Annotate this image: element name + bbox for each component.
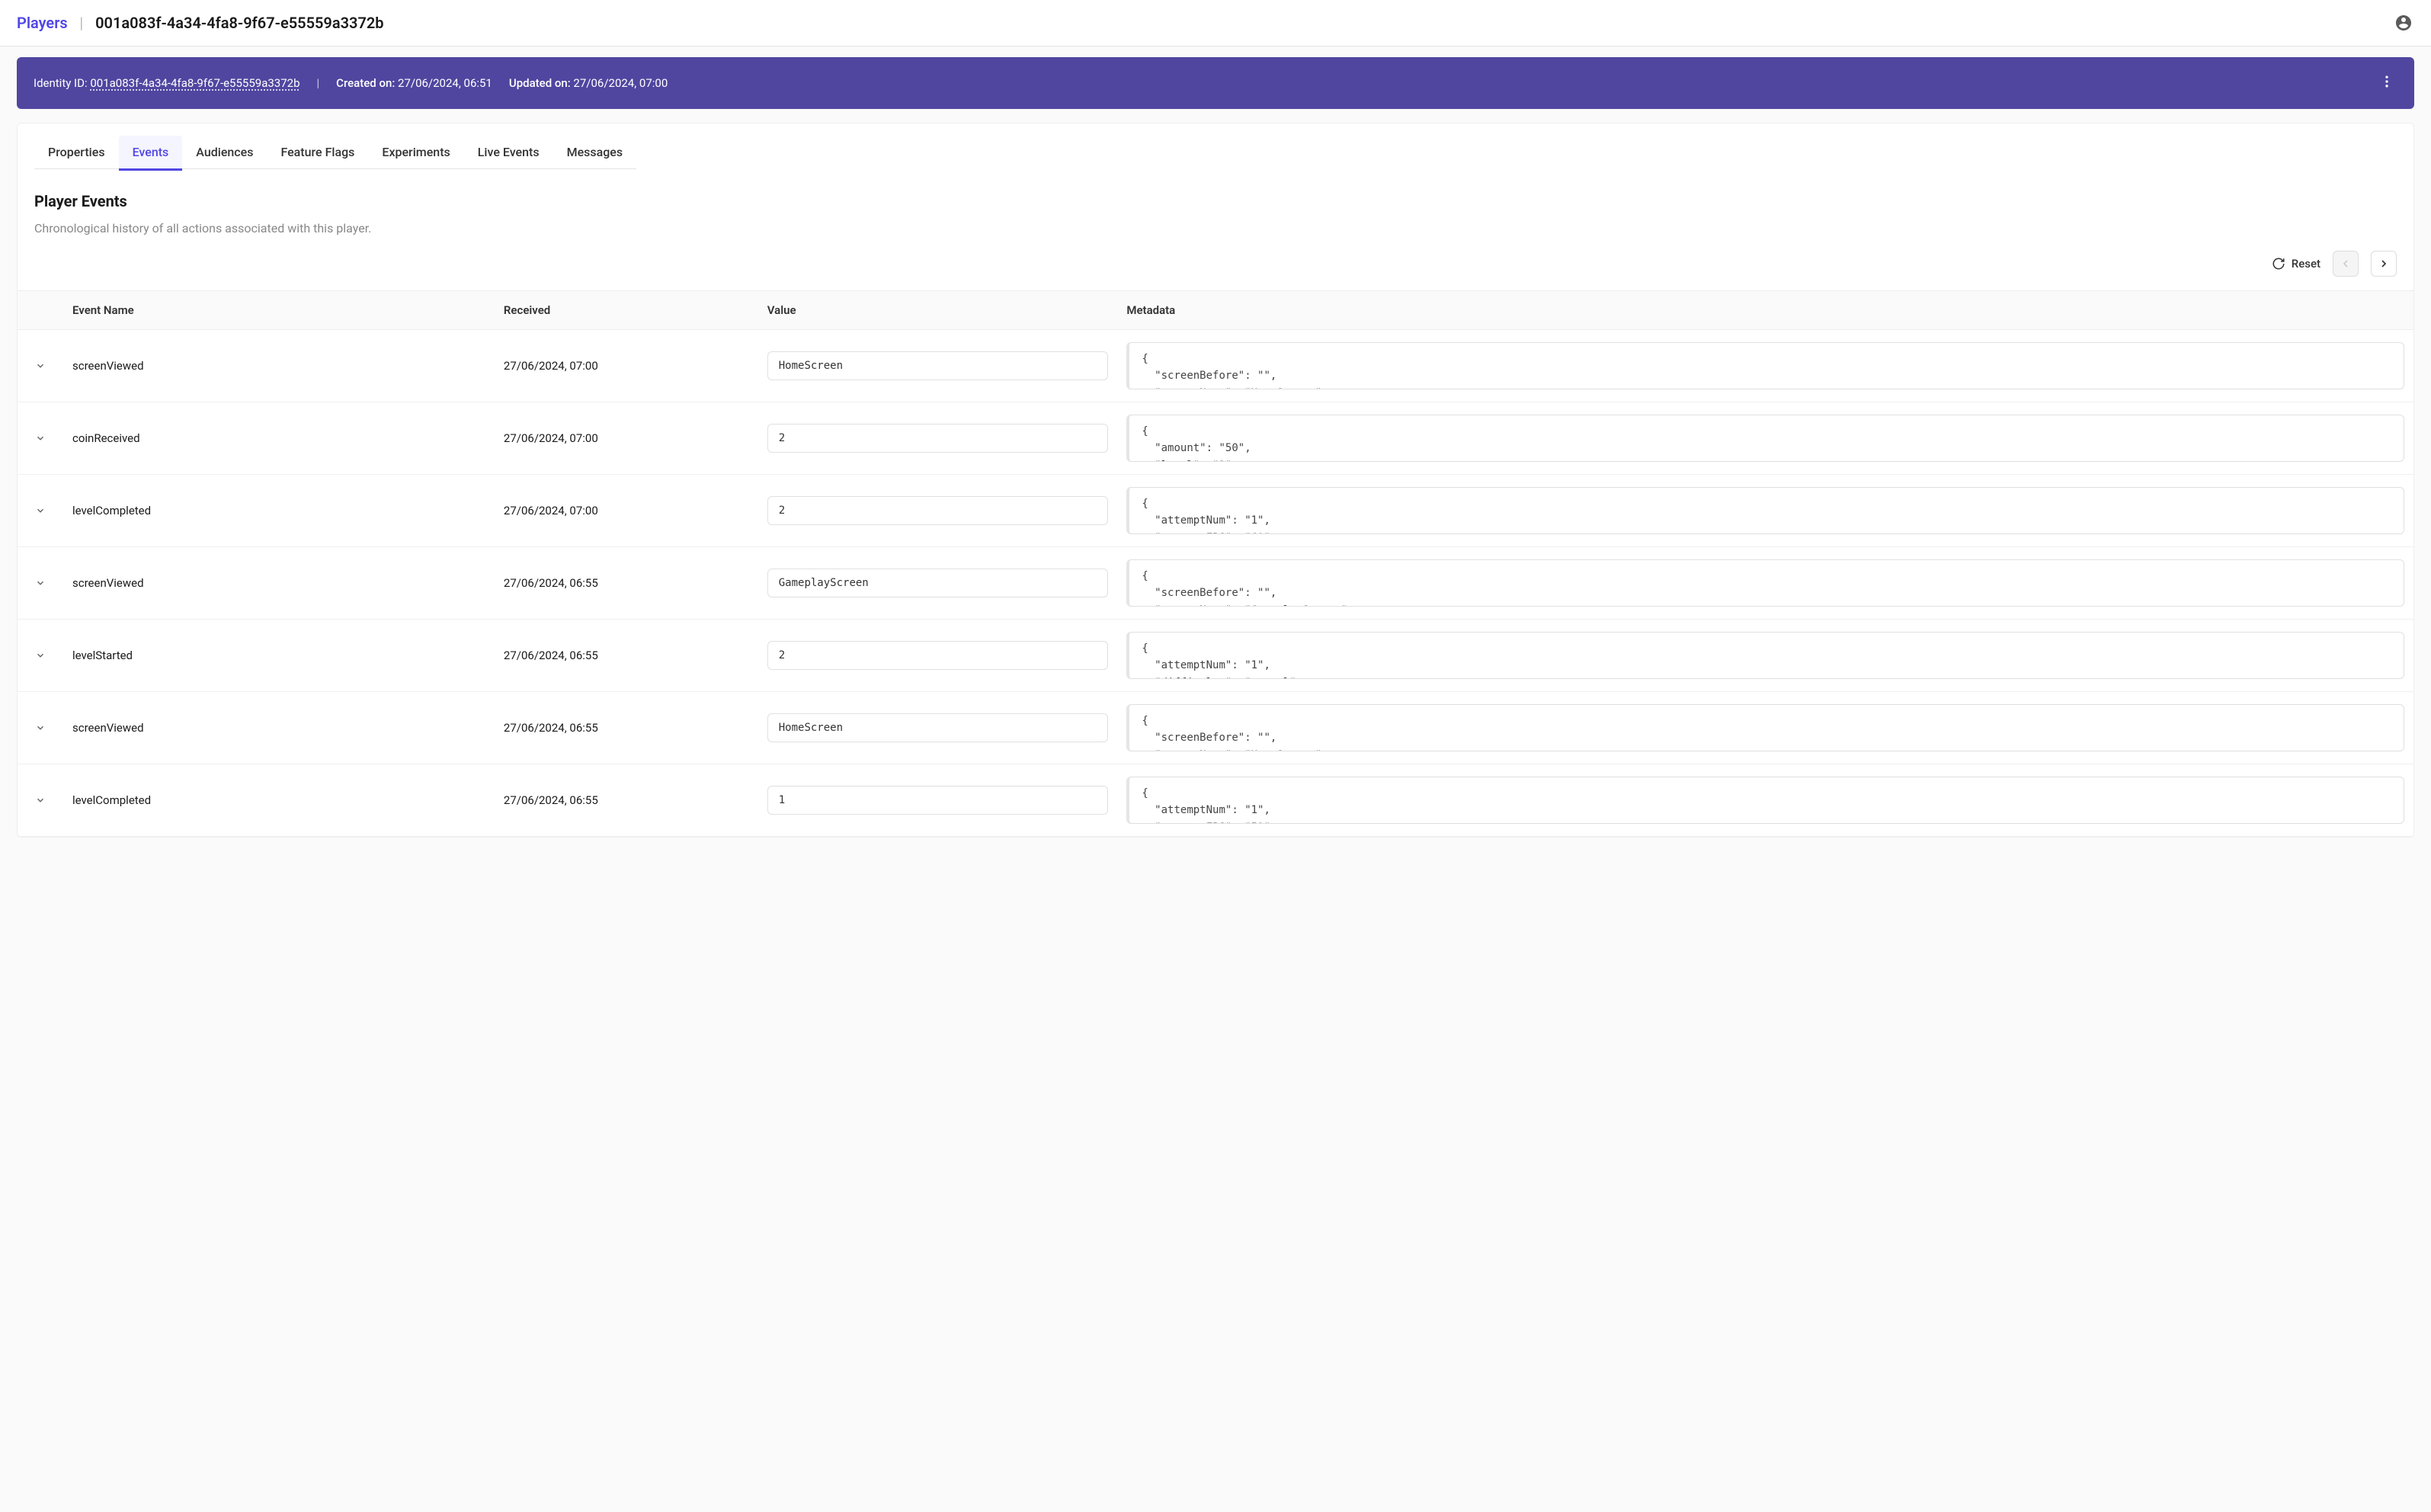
expand-toggle[interactable] <box>32 647 49 664</box>
table-row: levelCompleted27/06/2024, 07:00 2 { "attem… <box>18 475 2413 547</box>
identity-created: Created on: 27/06/2024, 06:51 <box>336 76 492 90</box>
table-row: screenViewed27/06/2024, 06:55 GameplayScr… <box>18 547 2413 620</box>
identity-id-label: Identity ID: <box>34 76 88 90</box>
column-header-value: Value <box>758 291 1118 330</box>
event-metadata: { "screenBefore": "", "screenName": "Gam… <box>1126 559 2404 607</box>
chevron-down-icon <box>35 795 46 806</box>
expand-toggle[interactable] <box>32 357 49 374</box>
tab-audiences[interactable]: Audiences <box>182 136 267 171</box>
event-metadata: { "screenBefore": "", "screenName": "Hom… <box>1126 342 2404 389</box>
tab-messages[interactable]: Messages <box>553 136 637 171</box>
expand-toggle[interactable] <box>32 502 49 519</box>
event-metadata: { "attemptNum": "1", "averageFPS": "59", <box>1126 777 2404 824</box>
breadcrumb: Players | 001a083f-4a34-4fa8-9f67-e55559… <box>17 14 384 32</box>
event-value: HomeScreen <box>767 351 1109 380</box>
event-received: 27/06/2024, 07:00 <box>495 402 758 475</box>
expand-toggle[interactable] <box>32 575 49 591</box>
event-value: 2 <box>767 424 1109 453</box>
event-received: 27/06/2024, 07:00 <box>495 330 758 402</box>
table-row: levelStarted27/06/2024, 06:55 2 { "attempt… <box>18 620 2413 692</box>
refresh-icon <box>2272 257 2285 271</box>
event-name: screenViewed <box>63 547 495 620</box>
event-name: levelStarted <box>63 620 495 692</box>
chevron-down-icon <box>35 650 46 661</box>
events-table: Event Name Received Value Metadata scree… <box>18 290 2413 837</box>
event-received: 27/06/2024, 06:55 <box>495 764 758 837</box>
column-header-received: Received <box>495 291 758 330</box>
tab-properties[interactable]: Properties <box>34 136 119 171</box>
chevron-right-icon <box>2378 258 2390 270</box>
section-description: Chronological history of all actions ass… <box>34 221 2397 235</box>
breadcrumb-root-link[interactable]: Players <box>17 14 68 32</box>
tab-events[interactable]: Events <box>119 136 183 171</box>
table-row: screenViewed27/06/2024, 06:55 HomeScreen {… <box>18 692 2413 764</box>
event-name: screenViewed <box>63 692 495 764</box>
event-value: 2 <box>767 641 1109 670</box>
identity-updated: Updated on: 27/06/2024, 07:00 <box>509 76 668 90</box>
chevron-down-icon <box>35 360 46 371</box>
column-header-name: Event Name <box>63 291 495 330</box>
event-value: 1 <box>767 786 1109 815</box>
column-header-metadata: Metadata <box>1117 291 2413 330</box>
event-name: levelCompleted <box>63 764 495 837</box>
reset-button[interactable]: Reset <box>2272 257 2320 271</box>
chevron-down-icon <box>35 722 46 733</box>
event-value: GameplayScreen <box>767 569 1109 597</box>
event-received: 27/06/2024, 06:55 <box>495 547 758 620</box>
event-metadata: { "screenBefore": "", "screenName": "Hom… <box>1126 704 2404 751</box>
account-icon[interactable] <box>2393 12 2414 34</box>
chevron-left-icon <box>2340 258 2352 270</box>
event-received: 27/06/2024, 06:55 <box>495 692 758 764</box>
chevron-down-icon <box>35 505 46 516</box>
chevron-down-icon <box>35 433 46 444</box>
identity-id-group: Identity ID: 001a083f-4a34-4fa8-9f67-e55… <box>34 76 300 90</box>
prev-page-button[interactable] <box>2333 251 2359 277</box>
table-row: levelCompleted27/06/2024, 06:55 1 { "attem… <box>18 764 2413 837</box>
page-title: 001a083f-4a34-4fa8-9f67-e55559a3372b <box>95 14 383 32</box>
next-page-button[interactable] <box>2371 251 2397 277</box>
event-metadata: { "amount": "50", "level": "2", <box>1126 415 2404 462</box>
table-row: screenViewed27/06/2024, 07:00 HomeScreen {… <box>18 330 2413 402</box>
expand-toggle[interactable] <box>32 430 49 447</box>
chevron-down-icon <box>35 578 46 588</box>
table-row: coinReceived27/06/2024, 07:00 2 { "amount"… <box>18 402 2413 475</box>
tab-feature-flags[interactable]: Feature Flags <box>267 136 368 171</box>
event-value: HomeScreen <box>767 713 1109 742</box>
identity-banner: Identity ID: 001a083f-4a34-4fa8-9f67-e55… <box>17 57 2414 109</box>
more-menu-icon[interactable] <box>2376 71 2397 95</box>
event-received: 27/06/2024, 06:55 <box>495 620 758 692</box>
section-title: Player Events <box>34 192 2397 210</box>
expand-toggle[interactable] <box>32 719 49 736</box>
identity-id-link[interactable]: 001a083f-4a34-4fa8-9f67-e55559a3372b <box>90 76 299 90</box>
event-value: 2 <box>767 496 1109 525</box>
breadcrumb-divider: | <box>80 14 83 32</box>
event-name: screenViewed <box>63 330 495 402</box>
event-received: 27/06/2024, 07:00 <box>495 475 758 547</box>
event-metadata: { "attemptNum": "1", "difficulty": "norm… <box>1126 632 2404 679</box>
event-name: levelCompleted <box>63 475 495 547</box>
event-metadata: { "attemptNum": "1", "averageFPS": "60", <box>1126 487 2404 534</box>
identity-separator: | <box>317 76 320 90</box>
event-name: coinReceived <box>63 402 495 475</box>
tab-experiments[interactable]: Experiments <box>368 136 463 171</box>
expand-toggle[interactable] <box>32 792 49 809</box>
header-bar: Players | 001a083f-4a34-4fa8-9f67-e55559… <box>0 0 2431 46</box>
tabs-row: Properties Events Audiences Feature Flag… <box>18 123 2413 171</box>
main-card: Properties Events Audiences Feature Flag… <box>17 123 2414 838</box>
tab-live-events[interactable]: Live Events <box>464 136 553 171</box>
